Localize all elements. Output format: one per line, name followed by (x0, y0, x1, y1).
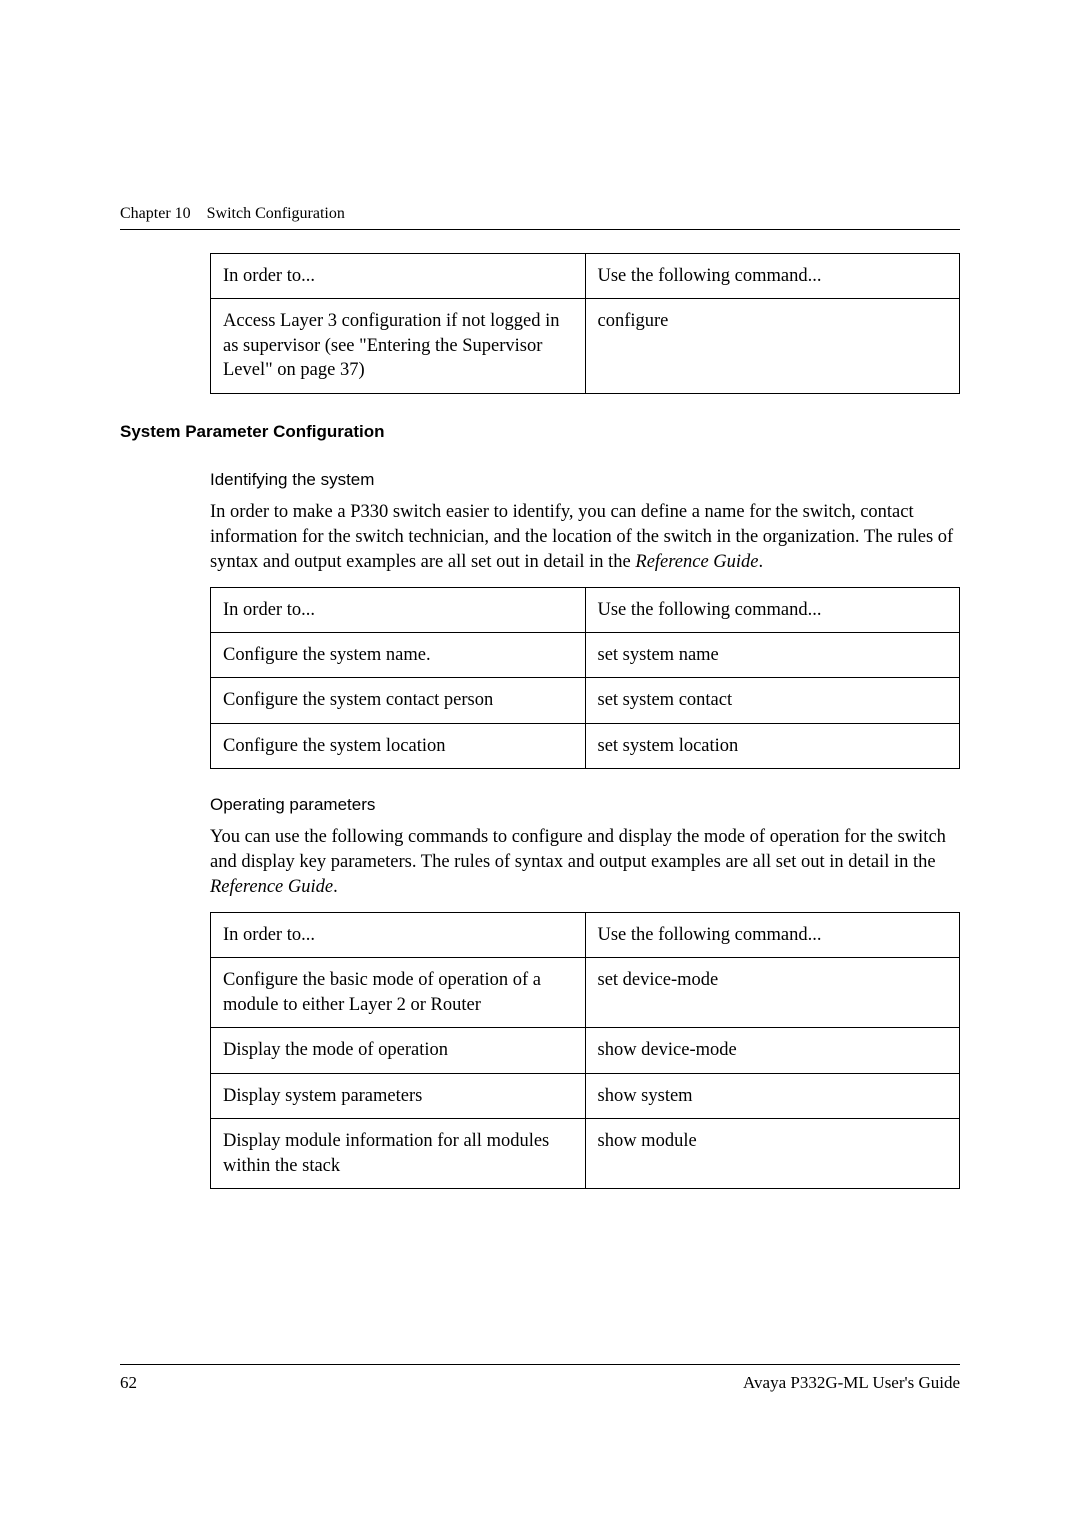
command-table-3: In order to... Use the following command… (210, 912, 960, 1189)
page-footer: 62 Avaya P332G-ML User's Guide (120, 1364, 960, 1393)
paragraph-text: In order to make a P330 switch easier to… (210, 502, 953, 572)
table-header-cell: Use the following command... (585, 587, 960, 632)
reference-title: Reference Guide (635, 552, 758, 572)
table-cell: Access Layer 3 configuration if not logg… (211, 299, 586, 393)
paragraph-text: . (333, 877, 338, 897)
reference-title: Reference Guide (210, 877, 333, 897)
table-header-cell: Use the following command... (585, 913, 960, 958)
command-table-2: In order to... Use the following command… (210, 587, 960, 770)
table-header-cell: In order to... (211, 254, 586, 299)
table-cell: Display module information for all modul… (211, 1119, 586, 1189)
body-paragraph: You can use the following commands to co… (210, 825, 960, 900)
table-cell: show module (585, 1119, 960, 1189)
table-header-cell: In order to... (211, 913, 586, 958)
table-cell: set system location (585, 723, 960, 768)
table-cell: Display system parameters (211, 1073, 586, 1118)
chapter-title: Switch Configuration (207, 205, 345, 222)
section-heading: System Parameter Configuration (120, 422, 960, 442)
paragraph-text: . (759, 552, 764, 572)
table-cell: set device-mode (585, 958, 960, 1028)
table-cell: show system (585, 1073, 960, 1118)
table-cell: Configure the basic mode of operation of… (211, 958, 586, 1028)
table-cell: Configure the system name. (211, 632, 586, 677)
page-content: In order to... Use the following command… (120, 253, 960, 1189)
document-title: Avaya P332G-ML User's Guide (743, 1373, 960, 1393)
paragraph-text: You can use the following commands to co… (210, 827, 946, 872)
table-cell: Configure the system contact person (211, 678, 586, 723)
table-cell: set system name (585, 632, 960, 677)
command-table-1: In order to... Use the following command… (210, 253, 960, 394)
subsection-heading: Operating parameters (210, 795, 960, 815)
page-number: 62 (120, 1373, 137, 1393)
table-cell: Display the mode of operation (211, 1028, 586, 1073)
document-page: Chapter 10 Switch Configuration In order… (0, 0, 1080, 1528)
table-header-cell: Use the following command... (585, 254, 960, 299)
table-cell: show device-mode (585, 1028, 960, 1073)
table-cell: set system contact (585, 678, 960, 723)
table-header-cell: In order to... (211, 587, 586, 632)
table-cell: Configure the system location (211, 723, 586, 768)
running-header: Chapter 10 Switch Configuration (120, 205, 960, 230)
table-cell: configure (585, 299, 960, 393)
chapter-number: Chapter 10 (120, 205, 191, 222)
body-paragraph: In order to make a P330 switch easier to… (210, 500, 960, 575)
subsection-heading: Identifying the system (210, 470, 960, 490)
